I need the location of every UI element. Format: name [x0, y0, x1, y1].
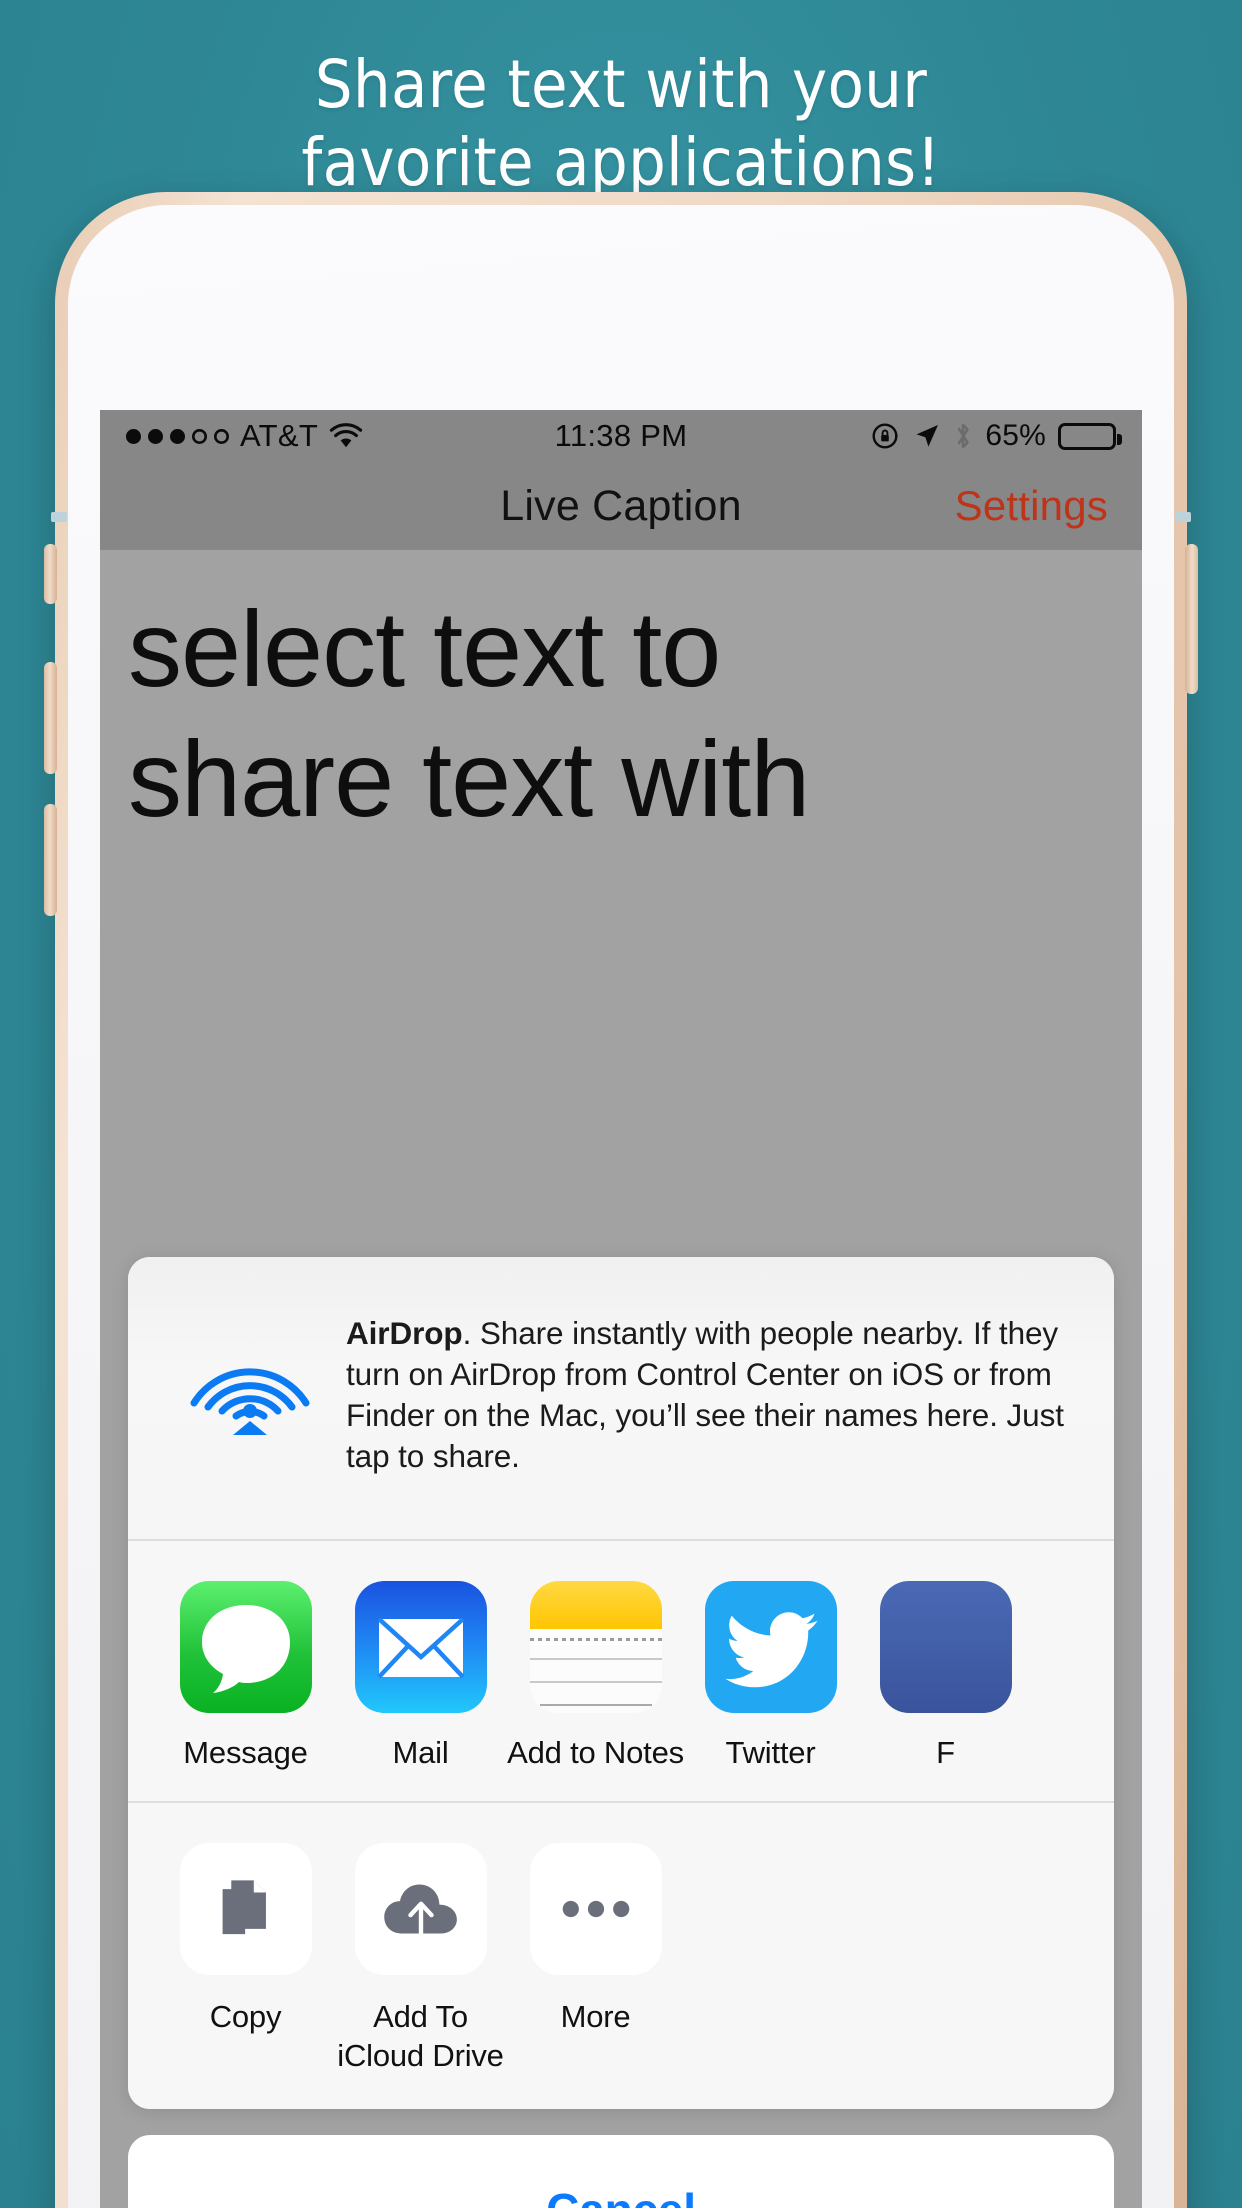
signal-dot-2 [148, 428, 163, 444]
share-sheet: AirDrop. Share instantly with people nea… [128, 1257, 1114, 2109]
silent-switch[interactable] [44, 544, 57, 604]
volume-down-button[interactable] [44, 804, 57, 916]
action-more[interactable]: More [508, 1843, 683, 2075]
caption-line-1: select text to [128, 588, 721, 709]
airdrop-section[interactable]: AirDrop. Share instantly with people nea… [128, 1257, 1114, 1541]
battery-percent-label: 65% [985, 419, 1046, 452]
power-button[interactable] [1185, 544, 1198, 694]
notes-rule [529, 1658, 662, 1660]
share-target-facebook[interactable]: F [858, 1581, 1033, 1771]
share-target-label: Mail [392, 1735, 449, 1770]
share-target-notes[interactable]: Add to Notes [507, 1581, 684, 1771]
promo-headline-line1: Share text with your [314, 46, 928, 123]
action-label: Copy [209, 1999, 282, 2034]
iphone-front-face: AT&T 11:38 PM 65% Live Caption Settings … [68, 205, 1174, 2208]
share-target-label: Add to Notes [507, 1735, 684, 1770]
notes-header-band [529, 1581, 662, 1629]
status-bar: AT&T 11:38 PM 65% [100, 410, 1142, 462]
antenna-band-right [1175, 512, 1191, 522]
notes-icon [529, 1581, 662, 1713]
page-title: Live Caption [500, 481, 742, 530]
airdrop-description: AirDrop. Share instantly with people nea… [346, 1313, 1080, 1477]
action-copy[interactable]: Copy [158, 1843, 333, 2075]
promo-headline-line2: favorite applications! [301, 124, 941, 201]
share-target-label: Message [183, 1735, 308, 1770]
share-apps-row[interactable]: Message Mail Add to Notes Twitter F [128, 1541, 1114, 1803]
carrier-label: AT&T [240, 418, 319, 453]
action-label: More [560, 1999, 631, 2034]
rotation-lock-icon [872, 423, 899, 449]
twitter-icon [704, 1581, 837, 1713]
share-actions-row[interactable]: Copy Add To iCloud Drive More [128, 1803, 1114, 2109]
share-target-label: Twitter [725, 1735, 816, 1770]
share-target-mail[interactable]: Mail [333, 1581, 508, 1771]
share-target-label: F [936, 1735, 955, 1770]
signal-dot-5 [214, 429, 229, 444]
copy-icon [179, 1843, 312, 1975]
airdrop-icon [190, 1368, 310, 1435]
icloud-upload-icon [354, 1843, 487, 1975]
share-target-message[interactable]: Message [158, 1581, 333, 1771]
notes-rule [529, 1681, 662, 1683]
promo-headline: Share text with your favorite applicatio… [0, 46, 1242, 202]
antenna-band-left [51, 512, 67, 522]
facebook-icon [879, 1581, 1012, 1713]
mail-icon [354, 1581, 487, 1713]
action-icloud-drive[interactable]: Add To iCloud Drive [333, 1843, 508, 2075]
signal-strength-dots [126, 428, 229, 444]
airdrop-title: AirDrop [346, 1315, 463, 1351]
signal-dot-1 [126, 428, 141, 444]
location-arrow-icon [916, 425, 939, 447]
iphone-screen: AT&T 11:38 PM 65% Live Caption Settings … [100, 410, 1142, 2208]
wifi-icon [329, 423, 363, 448]
caption-line-2: share text with [128, 718, 810, 839]
more-dots-icon [529, 1843, 662, 1975]
status-bar-left: AT&T [126, 418, 363, 454]
signal-dot-4 [192, 429, 207, 444]
notes-rule [539, 1704, 652, 1706]
settings-button[interactable]: Settings [955, 482, 1108, 530]
action-label: Add To iCloud Drive [337, 1999, 504, 2073]
messages-icon [179, 1581, 312, 1713]
volume-up-button[interactable] [44, 662, 57, 774]
cancel-button[interactable]: Cancel [128, 2135, 1114, 2208]
bluetooth-icon [958, 423, 970, 449]
notes-perforation [529, 1638, 662, 1641]
status-bar-right: 65% [871, 419, 1122, 453]
navigation-bar: Live Caption Settings [100, 462, 1142, 550]
signal-dot-3 [170, 428, 185, 444]
iphone-device: AT&T 11:38 PM 65% Live Caption Settings … [44, 192, 1198, 2208]
share-target-twitter[interactable]: Twitter [683, 1581, 858, 1771]
promo-page: Share text with your favorite applicatio… [0, 0, 1242, 2208]
battery-icon [1058, 422, 1122, 450]
